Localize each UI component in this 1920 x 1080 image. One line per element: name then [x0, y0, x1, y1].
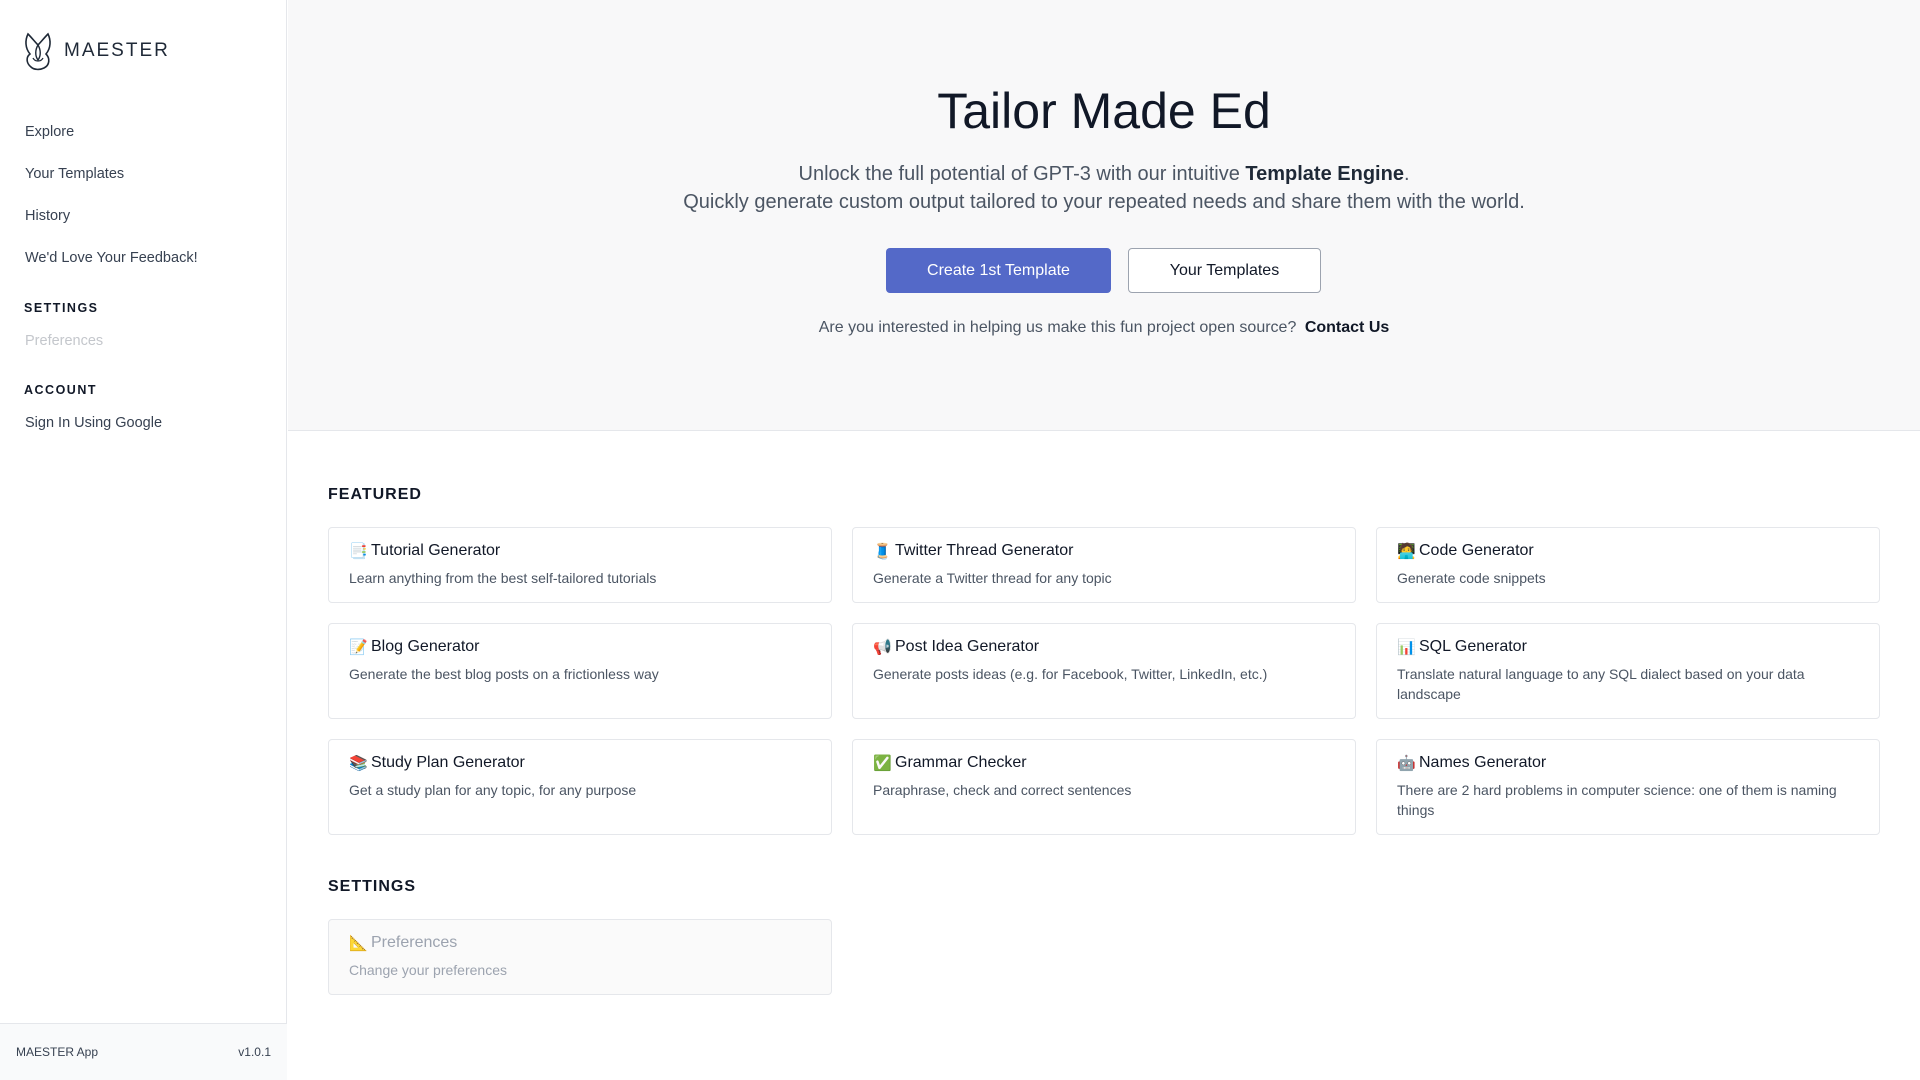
card-description: Get a study plan for any topic, for any … [349, 782, 637, 798]
card-blog-generator[interactable]: 📝 Blog Generator Generate the best blog p… [328, 623, 832, 719]
subtitle-prefix: Unlock the full potential of GPT-3 with … [798, 163, 1246, 185]
card-tutorial-generator[interactable]: 📑 Tutorial Generator Learn anything from … [328, 527, 832, 603]
sidebar-item-sign-in-google[interactable]: Sign In Using Google [25, 415, 162, 431]
card-post-idea-generator[interactable]: 📢 Post Idea Generator Generate posts idea… [852, 623, 1356, 719]
card-description: Generate code snippets [1397, 570, 1546, 586]
card-description: Change your preferences [349, 962, 507, 978]
main-content: Tailor Made Ed Unlock the full potential… [288, 0, 1920, 1080]
settings-heading: SETTINGS [328, 878, 417, 895]
card-title: Study Plan Generator [371, 754, 525, 771]
card-description: Generate a Twitter thread for any topic [873, 570, 1112, 586]
sidebar-footer: MAESTER App v1.0.1 [0, 1023, 287, 1080]
card-description: Translate natural language to any SQL di… [1397, 666, 1805, 702]
card-code-generator[interactable]: 🧑‍💻 Code Generator Generate code snippets [1376, 527, 1880, 603]
memo-icon: 📝 [349, 639, 368, 656]
sidebar-item-preferences: Preferences [25, 333, 104, 349]
sidebar-account-heading: ACCOUNT [24, 383, 97, 397]
thread-spool-icon: 🧵 [873, 543, 892, 560]
sidebar-item-explore[interactable]: Explore [25, 122, 198, 164]
contact-prompt: Are you interested in helping us make th… [288, 319, 1920, 337]
sidebar: MAESTER Explore Your Templates History W… [0, 0, 287, 1080]
subtitle-suffix: . [1403, 163, 1410, 185]
technologist-icon: 🧑‍💻 [1397, 543, 1416, 560]
bookmark-tabs-icon: 📑 [349, 543, 368, 560]
card-title: Preferences [371, 934, 458, 951]
triangular-ruler-icon: 📐 [349, 935, 368, 952]
sidebar-item-history[interactable]: History [25, 206, 198, 248]
card-title: SQL Generator [1419, 638, 1527, 655]
robot-icon: 🤖 [1397, 755, 1416, 772]
hero-subtitle: Unlock the full potential of GPT-3 with … [288, 160, 1920, 216]
contact-text: Are you interested in helping us make th… [818, 319, 1297, 336]
card-description: Paraphrase, check and correct sentences [873, 782, 1132, 798]
bar-chart-icon: 📊 [1397, 639, 1416, 656]
card-twitter-thread-generator[interactable]: 🧵 Twitter Thread Generator Generate a Twi… [852, 527, 1356, 603]
card-preferences: 📐 Preferences Change your preferences [328, 919, 832, 995]
footer-version: v1.0.1 [238, 1045, 271, 1059]
your-templates-button[interactable]: Your Templates [1128, 248, 1321, 293]
hero-subtitle-line1: Unlock the full potential of GPT-3 with … [288, 160, 1920, 188]
create-first-template-button[interactable]: Create 1st Template [886, 248, 1111, 293]
card-title: Tutorial Generator [371, 542, 501, 559]
card-study-plan-generator[interactable]: 📚 Study Plan Generator Get a study plan f… [328, 739, 832, 835]
sidebar-item-your-templates[interactable]: Your Templates [25, 164, 198, 206]
hero-section: Tailor Made Ed Unlock the full potential… [288, 0, 1920, 431]
brand-name: MAESTER [64, 40, 170, 61]
maester-logo-icon [25, 32, 51, 71]
card-title: Code Generator [1419, 542, 1534, 559]
sidebar-nav: Explore Your Templates History We'd Love… [25, 122, 198, 290]
card-title: Grammar Checker [895, 754, 1027, 771]
page-title: Tailor Made Ed [937, 83, 1271, 139]
card-description: There are 2 hard problems in computer sc… [1397, 782, 1837, 818]
sidebar-settings-heading: SETTINGS [24, 301, 99, 315]
card-description: Generate the best blog posts on a fricti… [349, 666, 659, 682]
check-mark-icon: ✅ [873, 755, 892, 772]
card-title: Post Idea Generator [895, 638, 1040, 655]
card-sql-generator[interactable]: 📊 SQL Generator Translate natural languag… [1376, 623, 1880, 719]
card-description: Generate posts ideas (e.g. for Facebook,… [873, 666, 1268, 682]
card-title: Blog Generator [371, 638, 480, 655]
loudspeaker-icon: 📢 [873, 639, 892, 656]
subtitle-highlight: Template Engine [1245, 163, 1404, 185]
books-icon: 📚 [349, 755, 368, 772]
contact-us-link[interactable]: Contact Us [1305, 319, 1389, 336]
brand-logo[interactable]: MAESTER [22, 30, 170, 72]
footer-app-name: MAESTER App [16, 1045, 99, 1059]
hero-subtitle-line2: Quickly generate custom output tailored … [683, 191, 1525, 213]
card-grammar-checker[interactable]: ✅ Grammar Checker Paraphrase, check and c… [852, 739, 1356, 835]
sidebar-item-feedback[interactable]: We'd Love Your Feedback! [25, 248, 198, 290]
card-title: Twitter Thread Generator [895, 542, 1074, 559]
card-names-generator[interactable]: 🤖 Names Generator There are 2 hard proble… [1376, 739, 1880, 835]
featured-heading: FEATURED [328, 486, 422, 503]
card-title: Names Generator [1419, 754, 1547, 771]
card-description: Learn anything from the best self-tailor… [349, 570, 657, 586]
